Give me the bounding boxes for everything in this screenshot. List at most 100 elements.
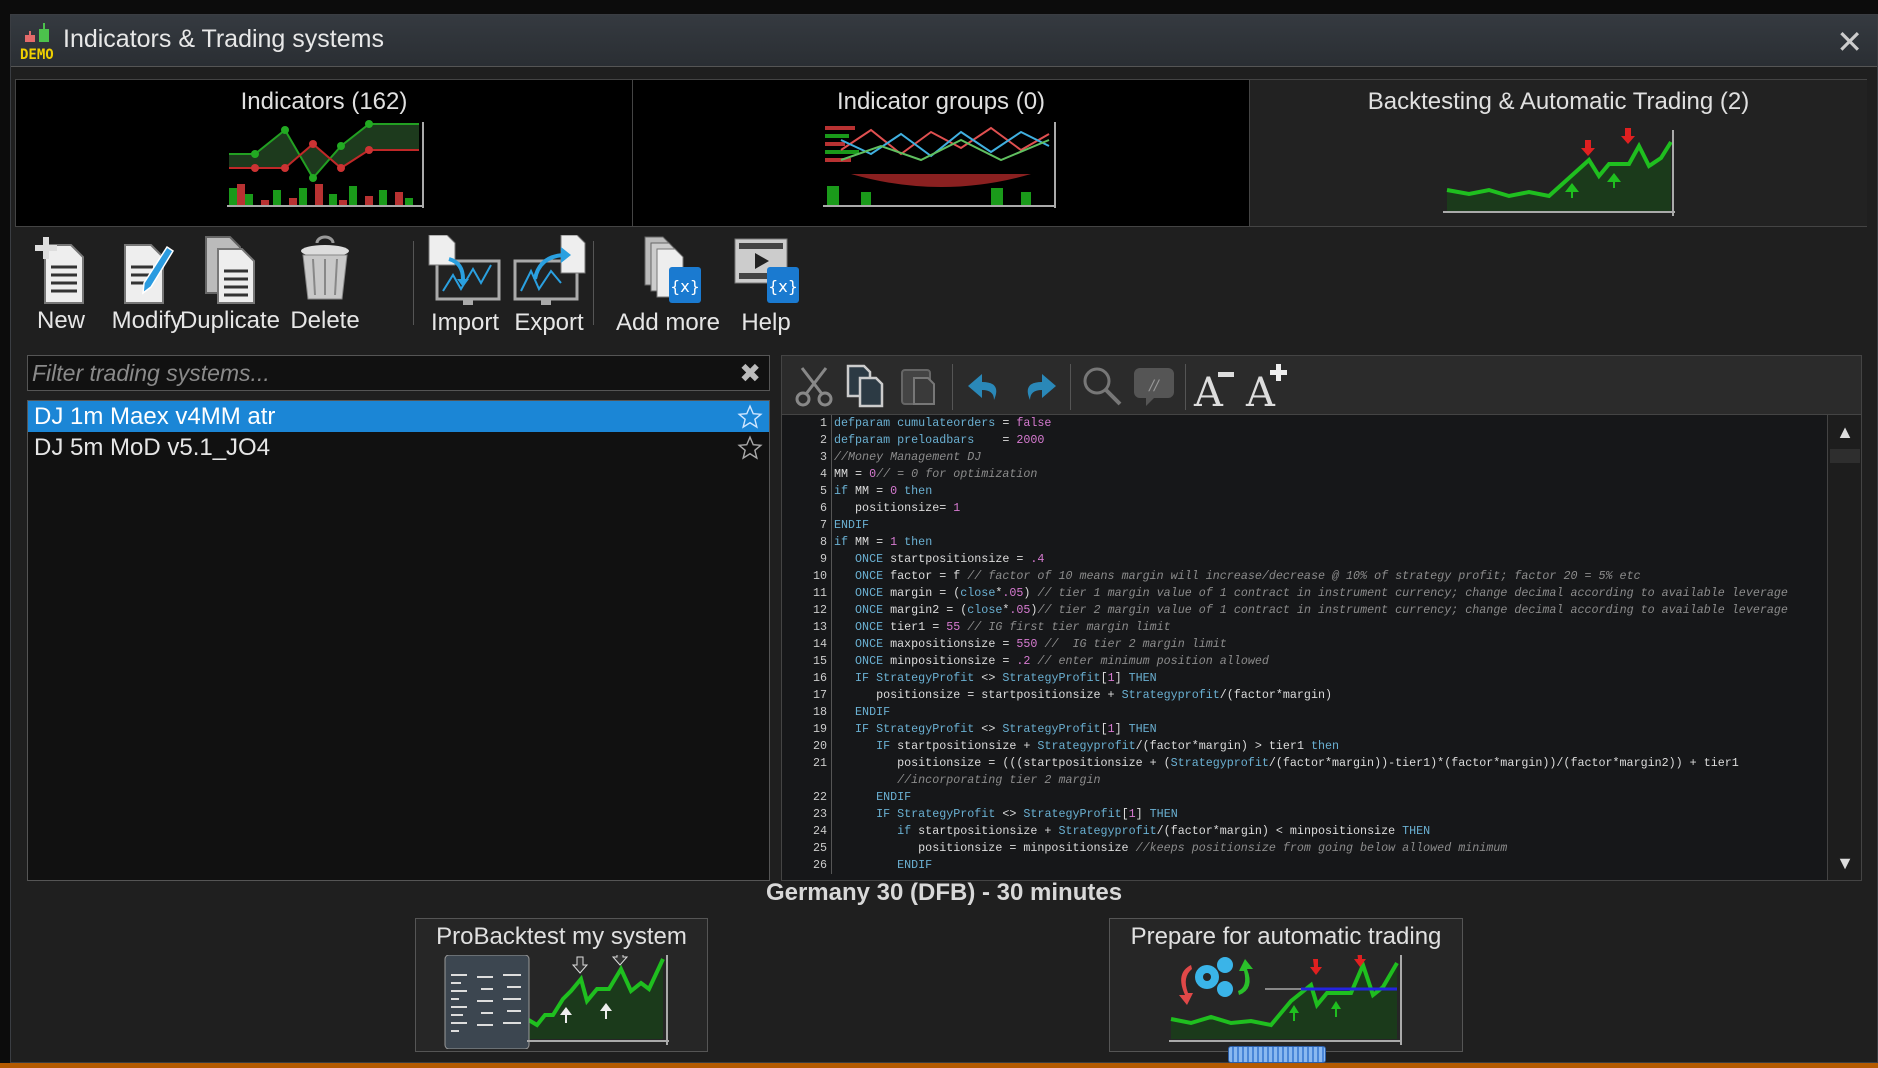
- backtesting-chart-icon: [1442, 128, 1675, 216]
- code-line[interactable]: 26 ENDIF: [782, 857, 1827, 874]
- editor-toolbar: // A A: [782, 356, 1861, 415]
- code-line[interactable]: 15 ONCE minpositionsize = .2 // enter mi…: [782, 653, 1827, 670]
- favorite-star-icon[interactable]: [737, 435, 763, 461]
- line-number: 19: [782, 721, 832, 738]
- list-item[interactable]: DJ 1m Maex v4MM atr: [28, 401, 769, 432]
- toolbar-separator: [413, 241, 414, 325]
- export-button[interactable]: Export: [509, 235, 589, 337]
- line-number: 22: [782, 789, 832, 806]
- code-text: positionsize = minpositionsize //keeps p…: [834, 841, 1508, 855]
- line-number: 8: [782, 534, 832, 551]
- search-icon[interactable]: [1080, 364, 1124, 408]
- code-line[interactable]: 12 ONCE margin2 = (close*.05)// tier 2 m…: [782, 602, 1827, 619]
- line-number: 20: [782, 738, 832, 755]
- code-text: ENDIF: [834, 518, 870, 532]
- new-button[interactable]: New: [33, 235, 89, 335]
- code-line[interactable]: 14 ONCE maxpositionsize = 550 // IG tier…: [782, 636, 1827, 653]
- code-line[interactable]: 6 positionsize= 1: [782, 500, 1827, 517]
- prepare-automatic-trading-button[interactable]: Prepare for automatic trading: [1109, 918, 1463, 1052]
- code-line[interactable]: 11 ONCE margin = (close*.05) // tier 1 m…: [782, 585, 1827, 602]
- code-line[interactable]: 7 ENDIF: [782, 517, 1827, 534]
- redo-icon[interactable]: [1016, 364, 1060, 408]
- delete-button[interactable]: Delete: [285, 235, 365, 335]
- code-line[interactable]: 18 ENDIF: [782, 704, 1827, 721]
- scroll-down-icon[interactable]: ▼: [1828, 846, 1862, 880]
- cut-icon[interactable]: [792, 364, 836, 408]
- list-item[interactable]: DJ 5m MoD v5.1_JO4: [28, 432, 769, 463]
- code-line[interactable]: 9 ONCE startpositionsize = .4: [782, 551, 1827, 568]
- add-more-button[interactable]: {x} Add more: [605, 235, 731, 337]
- line-number: 2: [782, 432, 832, 449]
- help-button[interactable]: {x} Help: [731, 235, 801, 337]
- code-line[interactable]: 4 MM = 0// = 0 for optimization: [782, 466, 1827, 483]
- scroll-thumb[interactable]: [1830, 449, 1860, 463]
- code-text: IF StrategyProfit <> StrategyProfit[1] T…: [876, 807, 1178, 821]
- line-number: 11: [782, 585, 832, 602]
- clear-filter-icon[interactable]: ✖: [739, 358, 761, 389]
- scroll-up-icon[interactable]: ▲: [1828, 415, 1862, 449]
- code-line[interactable]: 20 IF startpositionsize + Strategyprofit…: [782, 738, 1827, 755]
- tab-indicator-groups[interactable]: Indicator groups (0): [633, 80, 1250, 226]
- comment-icon[interactable]: //: [1132, 364, 1176, 408]
- favorite-star-icon[interactable]: [737, 404, 763, 430]
- code-line[interactable]: 22 ENDIF: [782, 789, 1827, 806]
- indicators-chart-icon: [227, 120, 424, 208]
- new-document-icon: [35, 237, 84, 304]
- svg-text://: //: [1147, 378, 1160, 394]
- code-text: IF StrategyProfit <> StrategyProfit[1] T…: [855, 671, 1157, 685]
- add-more-icon: {x}: [644, 236, 701, 303]
- code-area[interactable]: 1 defparam cumulateorders = false 2 defpara…: [782, 415, 1827, 880]
- code-line[interactable]: 2 defparam preloadbars = 2000: [782, 432, 1827, 449]
- code-line[interactable]: 10 ONCE factor = f // factor of 10 means…: [782, 568, 1827, 585]
- export-icon: [513, 235, 586, 305]
- font-increase-icon[interactable]: A: [1244, 364, 1288, 408]
- code-line[interactable]: 3//Money Management DJ: [782, 449, 1827, 466]
- line-number: 6: [782, 500, 832, 517]
- code-line[interactable]: 8 if MM = 1 then: [782, 534, 1827, 551]
- filter-field: ✖: [27, 355, 770, 391]
- code-line[interactable]: 19 IF StrategyProfit <> StrategyProfit[1…: [782, 721, 1827, 738]
- import-label: Import: [430, 309, 499, 336]
- duplicate-document-icon: [205, 236, 255, 304]
- code-line[interactable]: 17 positionsize = startpositionsize + St…: [782, 687, 1827, 704]
- toolbar-separator: [593, 241, 594, 325]
- code-text: ONCE minpositionsize = .2 // enter minim…: [855, 654, 1269, 668]
- add-more-label: Add more: [615, 309, 721, 336]
- code-text: defparam preloadbars = 2000: [834, 433, 1045, 447]
- code-line[interactable]: 1 defparam cumulateorders = false: [782, 415, 1827, 432]
- font-decrease-icon[interactable]: A: [1192, 364, 1236, 408]
- copy-icon[interactable]: [844, 364, 888, 408]
- instrument-label: Germany 30 (DFB) - 30 minutes: [765, 879, 1123, 906]
- window-title: Indicators & Trading systems: [63, 25, 384, 53]
- code-text: if startpositionsize + Strategyprofit/(f…: [897, 824, 1431, 838]
- tab-label: Backtesting & Automatic Trading (2): [1367, 88, 1750, 115]
- tab-indicators[interactable]: Indicators (162): [16, 80, 633, 226]
- code-text: ONCE maxpositionsize = 550 // IG tier 2 …: [855, 637, 1227, 651]
- paste-icon[interactable]: [898, 364, 942, 408]
- undo-icon[interactable]: [964, 364, 1008, 408]
- backtest-chart-icon: [444, 955, 669, 1049]
- duplicate-button[interactable]: Duplicate: [175, 235, 285, 335]
- progress-indicator: [1228, 1046, 1326, 1063]
- tab-label: Indicators (162): [240, 88, 408, 115]
- code-line[interactable]: 23 IF StrategyProfit <> StrategyProfit[1…: [782, 806, 1827, 823]
- code-editor: // A A 1 defparam cumulateorders = false 2…: [781, 355, 1862, 881]
- code-line[interactable]: 16 IF StrategyProfit <> StrategyProfit[1…: [782, 670, 1827, 687]
- code-text: defparam cumulateorders = false: [834, 416, 1052, 430]
- code-line[interactable]: //incorporating tier 2 margin: [782, 772, 1827, 789]
- filter-trading-systems-input[interactable]: [28, 356, 769, 390]
- probacktest-button[interactable]: ProBacktest my system: [415, 918, 708, 1052]
- code-line[interactable]: 24 if startpositionsize + Strategyprofit…: [782, 823, 1827, 840]
- import-button[interactable]: Import: [425, 235, 505, 337]
- close-icon[interactable]: ✕: [1836, 23, 1863, 61]
- code-line[interactable]: 5 if MM = 0 then: [782, 483, 1827, 500]
- vertical-scrollbar[interactable]: ▲ ▼: [1827, 415, 1861, 880]
- code-line[interactable]: 13 ONCE tier1 = 55 // IG first tier marg…: [782, 619, 1827, 636]
- tab-backtesting-automatic-trading[interactable]: Backtesting & Automatic Trading (2): [1250, 80, 1867, 226]
- demo-badge: DEMO: [20, 47, 54, 63]
- code-line[interactable]: 21 positionsize = (((startpositionsize +…: [782, 755, 1827, 772]
- line-number: 9: [782, 551, 832, 568]
- code-text: ONCE factor = f // factor of 10 means ma…: [855, 569, 1641, 583]
- code-line[interactable]: 25 positionsize = minpositionsize //keep…: [782, 840, 1827, 857]
- code-text: ONCE tier1 = 55 // IG first tier margin …: [855, 620, 1171, 634]
